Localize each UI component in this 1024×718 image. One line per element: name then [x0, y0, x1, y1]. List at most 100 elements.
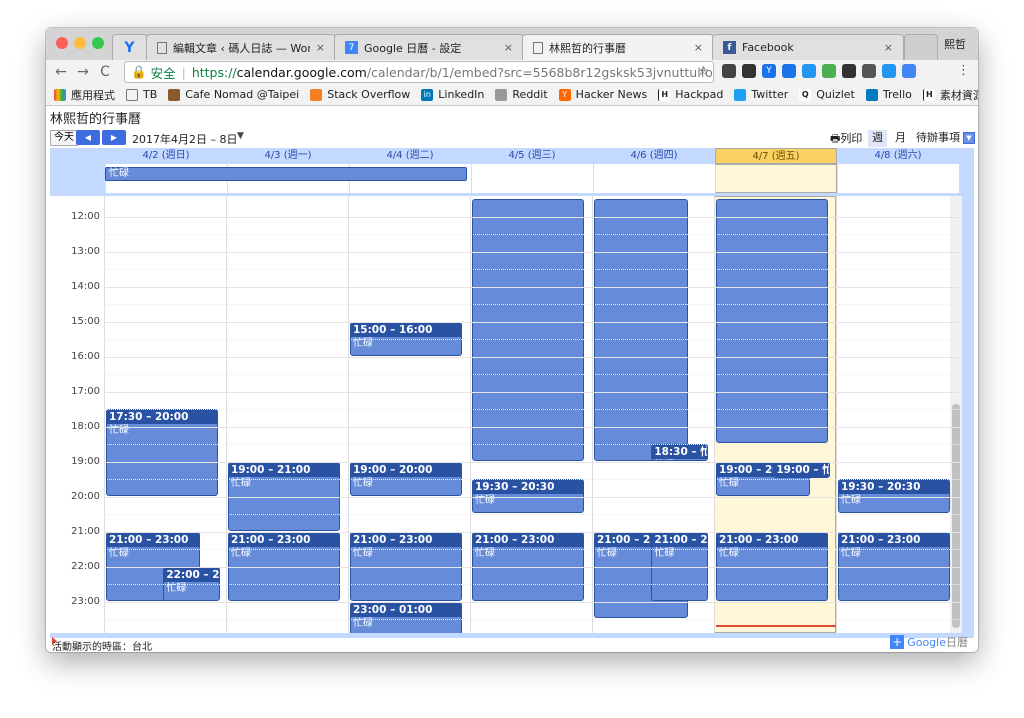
day-header[interactable]: 4/8 (週六) — [837, 148, 959, 164]
tab-pinned[interactable]: Y — [112, 34, 148, 60]
forward-button[interactable]: → — [72, 64, 94, 80]
calendar-event[interactable]: 17:30 – 20:00 忙碌 — [106, 409, 218, 496]
bookmark-linkedin[interactable]: in LinkedIn — [421, 88, 484, 101]
view-week-button[interactable]: 週 — [868, 130, 887, 147]
day-header[interactable]: 4/4 (週二) — [349, 148, 471, 164]
today-button[interactable]: 今天 — [50, 130, 78, 146]
half-hour-line — [104, 304, 962, 305]
vivaldi-icon[interactable]: Y — [762, 64, 776, 78]
tab-calendar-settings[interactable]: 7 Google 日曆 - 設定 × — [334, 34, 524, 60]
calendar-event[interactable] — [594, 199, 688, 461]
reader-icon[interactable] — [902, 64, 916, 78]
view-month-button[interactable]: 月 — [891, 130, 910, 147]
evernote-icon[interactable] — [742, 64, 756, 78]
tab-label: Google 日曆 - 設定 — [364, 41, 462, 55]
bookmark-quizlet[interactable]: Q Quizlet — [799, 88, 855, 101]
event-time: 19:00 – 21:00 — [229, 462, 339, 477]
tab-label: Facebook — [742, 41, 794, 54]
view-dropdown-icon[interactable]: ▼ — [963, 132, 975, 144]
bookmarks-overflow-icon[interactable]: » — [965, 88, 972, 101]
calendar-title: 林熙哲的行事曆 — [50, 112, 142, 127]
bookmark-apps[interactable]: 應用程式 — [54, 87, 115, 103]
close-window-button[interactable] — [56, 37, 68, 49]
bookmarks-bar: 應用程式 TB Cafe Nomad @Taipei Stack Overflo… — [46, 84, 978, 106]
address-bar[interactable]: 🔒 安全 | https://calendar.google.com/calen… — [124, 61, 714, 83]
hour-label: 23:00 — [71, 595, 100, 607]
tab-close-icon[interactable]: × — [884, 41, 893, 54]
allday-cell[interactable] — [593, 164, 715, 193]
tab-bar: Y 編輯文章 ‹ 碼人日誌 — WordPr × 7 Google 日曆 - 設… — [46, 28, 978, 60]
tab-close-icon[interactable]: × — [504, 41, 513, 54]
globe-icon[interactable] — [802, 64, 816, 78]
tab-close-icon[interactable]: × — [694, 41, 703, 54]
allday-event[interactable]: 忙碌 — [105, 167, 467, 181]
minimize-window-button[interactable] — [74, 37, 86, 49]
event-title: 忙碌 — [652, 459, 707, 460]
scrollbar-thumb[interactable] — [952, 404, 960, 628]
day-header[interactable]: 4/7 (週五) — [715, 148, 837, 164]
hour-line — [104, 566, 962, 568]
info-icon[interactable] — [862, 64, 876, 78]
calendar-event[interactable]: 23:00 – 01:00 忙碌 — [350, 601, 462, 633]
tab-wordpress[interactable]: 編輯文章 ‹ 碼人日誌 — WordPr × — [146, 34, 336, 60]
evernote-clip-icon[interactable] — [822, 64, 836, 78]
apps-grid-icon — [54, 88, 66, 101]
tab-calendar-embed[interactable]: 林熙哲的行事曆 × — [522, 34, 714, 60]
tab-label: 編輯文章 ‹ 碼人日誌 — WordPr — [173, 41, 310, 55]
gear-icon[interactable] — [842, 64, 856, 78]
hour-label: 16:00 — [71, 350, 100, 362]
bookmark-hackpad[interactable]: H Hackpad — [658, 88, 723, 101]
day-header[interactable]: 4/2 (週日) — [105, 148, 227, 164]
calendar-event[interactable] — [472, 199, 584, 461]
event-time: 21:00 – 23:00 — [351, 532, 461, 547]
brand-google: Google — [907, 635, 946, 649]
calendar-embed: 林熙哲的行事曆 今天 ◀ ▶ 2017年4月2日 – 8日 ▼ 🖶列印 週 月 … — [46, 106, 978, 652]
bookmark-reddit[interactable]: Reddit — [495, 88, 548, 101]
half-hour-line — [104, 234, 962, 235]
reload-button[interactable]: C — [94, 64, 116, 80]
view-agenda-button[interactable]: 待辦事項 — [912, 130, 964, 147]
event-time: 19:00 – 20:00 — [351, 462, 461, 477]
snip-icon[interactable] — [882, 64, 896, 78]
date-range-dropdown-icon[interactable]: ▼ — [237, 131, 244, 141]
allday-cell[interactable] — [837, 164, 959, 193]
calendar-event[interactable]: 19:00 – 忙碌忙碌 — [773, 461, 831, 478]
lock-icon: 🔒 — [131, 64, 147, 79]
bookmark-tb[interactable]: TB — [126, 88, 157, 101]
google-calendar-brand[interactable]: + Google 日曆 — [890, 634, 968, 650]
back-button[interactable]: ← — [50, 64, 72, 80]
new-tab-button[interactable] — [904, 34, 938, 60]
allday-cell[interactable] — [471, 164, 593, 193]
bookmark-hacker-news[interactable]: Y Hacker News — [558, 88, 647, 101]
hour-line — [104, 251, 962, 253]
bookmark-stack-overflow[interactable]: Stack Overflow — [310, 88, 410, 101]
bookmark-twitter[interactable]: Twitter — [734, 88, 788, 101]
day-header[interactable]: 4/3 (週一) — [227, 148, 349, 164]
next-week-button[interactable]: ▶ — [102, 130, 126, 145]
allday-cell[interactable] — [715, 164, 837, 193]
pocket-icon[interactable] — [722, 64, 736, 78]
coffee-icon — [168, 88, 181, 101]
print-button[interactable]: 🖶列印 — [830, 130, 862, 149]
zoom-window-button[interactable] — [92, 37, 104, 49]
brand-calendar: 日曆 — [946, 636, 968, 649]
browser-menu-icon[interactable]: ⋮ — [957, 63, 970, 78]
browser-logo-icon: Y — [124, 39, 135, 56]
profile-name[interactable]: 熙哲 — [944, 36, 966, 52]
half-hour-line — [104, 374, 962, 375]
hour-line — [104, 286, 962, 288]
event-time: 21:00 – 23:00 — [717, 532, 827, 547]
day-header[interactable]: 4/6 (週四) — [593, 148, 715, 164]
bookmark-star-icon[interactable]: ☆ — [697, 64, 709, 79]
bookmark-trello[interactable]: Trello — [865, 88, 912, 101]
printer-icon: 🖶 — [830, 132, 841, 145]
prev-week-button[interactable]: ◀ — [76, 130, 100, 145]
day-header[interactable]: 4/5 (週三) — [471, 148, 593, 164]
quizlet-icon: Q — [799, 88, 812, 101]
tab-facebook[interactable]: f Facebook × — [712, 34, 904, 60]
tab-close-icon[interactable]: × — [316, 41, 325, 54]
calendar-event[interactable]: 18:30 – 忙碌忙碌 — [651, 444, 709, 461]
half-hour-line — [104, 514, 962, 515]
translate-icon[interactable] — [782, 64, 796, 78]
bookmark-cafe-nomad[interactable]: Cafe Nomad @Taipei — [168, 88, 299, 101]
